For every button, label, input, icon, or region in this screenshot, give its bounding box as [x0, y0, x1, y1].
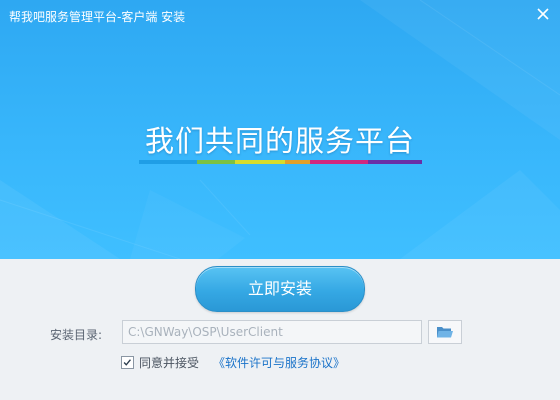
color-stripe-segment — [235, 160, 285, 164]
license-agreement-link[interactable]: 《软件许可与服务协议》 — [213, 354, 345, 371]
install-now-button[interactable]: 立即安装 — [195, 266, 365, 312]
install-dir-field[interactable]: C:\GNWay\OSP\UserClient — [122, 320, 422, 344]
close-icon[interactable] — [534, 5, 552, 23]
check-icon — [123, 358, 131, 366]
banner: 帮我吧服务管理平台-客户端 安装 我们共同的服务平台 — [0, 0, 560, 259]
installer-window: 帮我吧服务管理平台-客户端 安装 我们共同的服务平台 立即安装 安装目录: C:… — [0, 0, 560, 400]
title-bar: 帮我吧服务管理平台-客户端 安装 — [0, 0, 560, 30]
color-stripe-segment — [310, 160, 368, 164]
color-stripe — [139, 160, 422, 164]
agreement-row: 同意并接受 《软件许可与服务协议》 — [121, 354, 345, 370]
folder-icon — [437, 327, 453, 338]
color-stripe-segment — [285, 160, 310, 164]
color-stripe-segment — [368, 160, 422, 164]
window-title: 帮我吧服务管理平台-客户端 安装 — [9, 10, 186, 24]
agree-label: 同意并接受 — [139, 355, 200, 370]
agree-checkbox[interactable] — [121, 355, 134, 369]
install-dir-label: 安装目录: — [50, 328, 103, 342]
browse-button[interactable] — [428, 320, 462, 344]
banner-slogan: 我们共同的服务平台 — [144, 124, 415, 158]
color-stripe-segment — [197, 160, 235, 164]
color-stripe-segment — [139, 160, 197, 164]
